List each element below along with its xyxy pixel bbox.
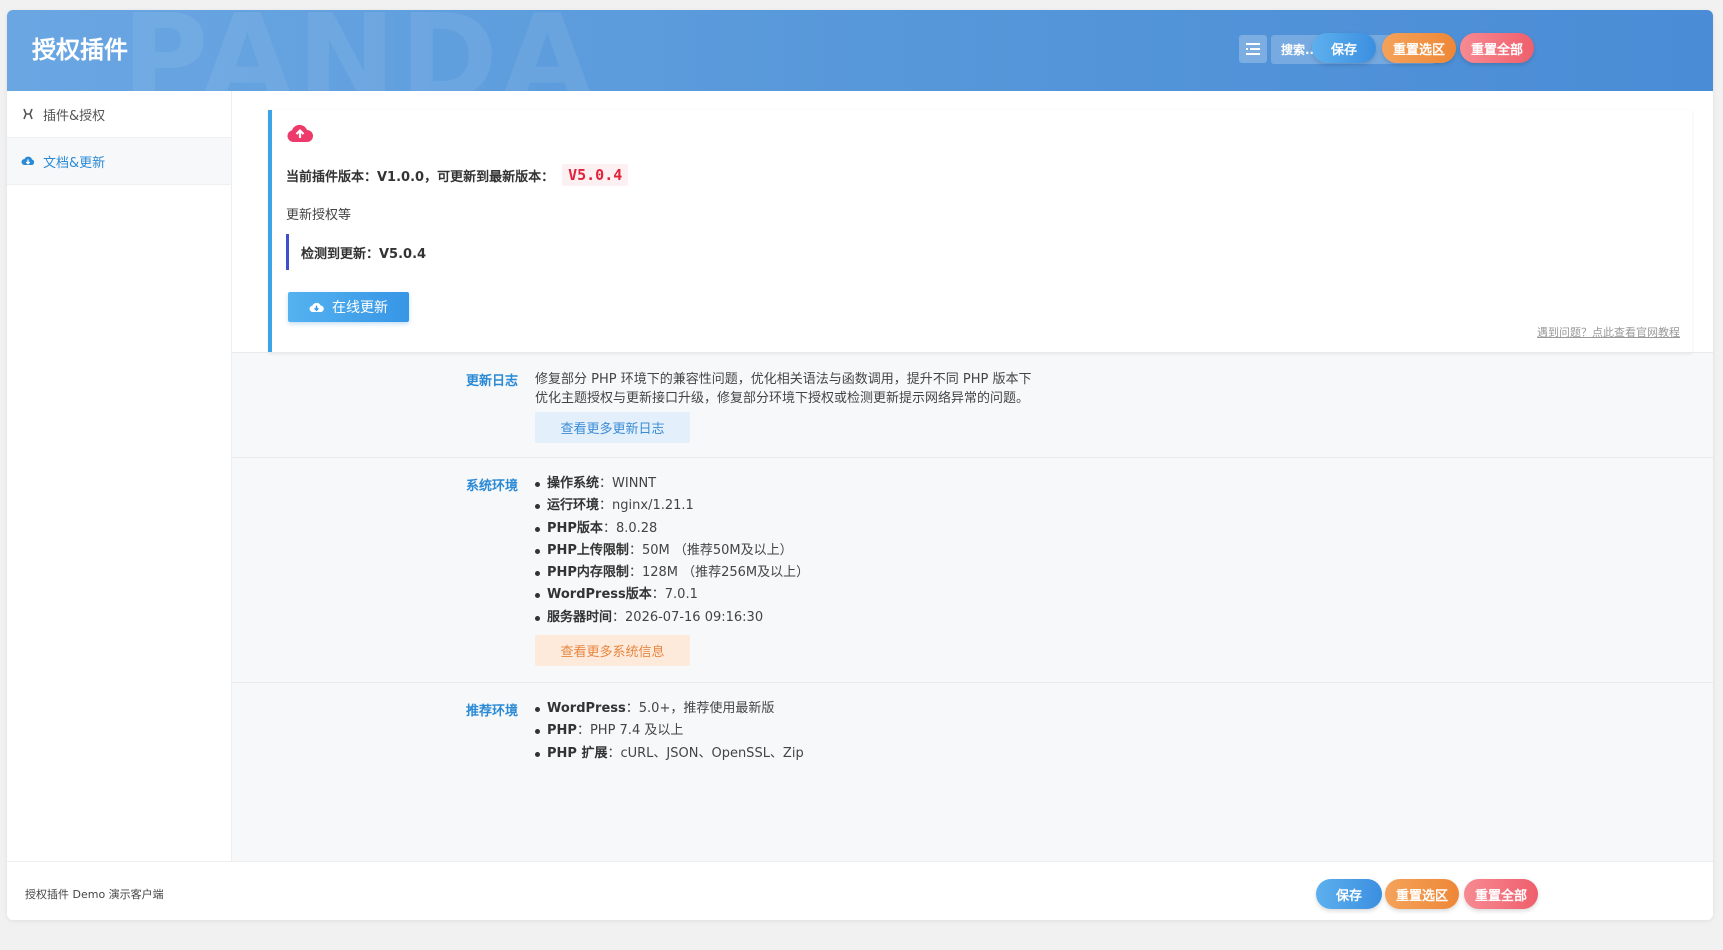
sidebar-item-label: 插件&授权 bbox=[43, 108, 106, 124]
list-item: 服务器时间：2026-07-16 09:16:30 bbox=[535, 607, 809, 629]
changelog-section: 更新日志 修复部分 PHP 环境下的兼容性问题，优化相关语法与函数调用，提升不同… bbox=[232, 352, 1713, 457]
footer-text: 授权插件 Demo 演示客户端 bbox=[25, 888, 164, 901]
system-env-list: 操作系统：WINNT 运行环境：nginx/1.21.1 PHP版本：8.0.2… bbox=[535, 473, 809, 629]
help-tutorial-link[interactable]: 遇到问题？点此查看官网教程 bbox=[1537, 324, 1680, 340]
reset-all-button[interactable]: 重置全部 bbox=[1460, 33, 1534, 63]
sidebar: 插件&授权 文档&更新 bbox=[7, 91, 232, 861]
system-env-body: 操作系统：WINNT 运行环境：nginx/1.21.1 PHP版本：8.0.2… bbox=[535, 473, 809, 667]
list-item: 运行环境：nginx/1.21.1 bbox=[535, 495, 809, 517]
system-env-section: 系统环境 操作系统：WINNT 运行环境：nginx/1.21.1 PHP版本：… bbox=[232, 457, 1713, 682]
main-content: 当前插件版本：V1.0.0，可更新到最新版本： V5.0.4 更新授权等 检测到… bbox=[232, 91, 1713, 861]
footer-reset-section-button[interactable]: 重置选区 bbox=[1385, 879, 1459, 909]
header-bar: PANDA 授权插件 保存 重置选区 重置全部 bbox=[7, 10, 1713, 91]
online-update-label: 在线更新 bbox=[332, 300, 388, 316]
list-item: PHP内存限制：128M （推荐256M及以上） bbox=[535, 562, 809, 584]
update-card: 当前插件版本：V1.0.0，可更新到最新版本： V5.0.4 更新授权等 检测到… bbox=[268, 110, 1692, 353]
online-update-button[interactable]: 在线更新 bbox=[288, 292, 409, 322]
recommended-env-body: WordPress：5.0+，推荐使用最新版 PHP：PHP 7.4 及以上 P… bbox=[535, 698, 804, 765]
page-title: 授权插件 bbox=[32, 36, 128, 64]
system-env-label: 系统环境 bbox=[465, 479, 518, 494]
sidebar-item-docs-update[interactable]: 文档&更新 bbox=[7, 138, 231, 185]
footer-reset-all-button[interactable]: 重置全部 bbox=[1464, 879, 1538, 909]
header-watermark: PANDA bbox=[122, 10, 598, 91]
list-item: WordPress：5.0+，推荐使用最新版 bbox=[535, 698, 804, 720]
changelog-label: 更新日志 bbox=[465, 374, 518, 389]
list-item: PHP版本：8.0.28 bbox=[535, 518, 809, 540]
sidebar-item-label: 文档&更新 bbox=[43, 155, 106, 171]
changelog-body: 修复部分 PHP 环境下的兼容性问题，优化相关语法与函数调用，提升不同 PHP … bbox=[535, 370, 1031, 443]
list-item: WordPress版本：7.0.1 bbox=[535, 584, 809, 606]
recommended-env-section: 推荐环境 WordPress：5.0+，推荐使用最新版 PHP：PHP 7.4 … bbox=[232, 682, 1713, 861]
version-line: 当前插件版本：V1.0.0，可更新到最新版本： V5.0.4 bbox=[286, 164, 629, 186]
footer-save-button[interactable]: 保存 bbox=[1316, 879, 1382, 909]
sidebar-item-plugin-license[interactable]: 插件&授权 bbox=[7, 91, 231, 138]
more-system-info-button[interactable]: 查看更多系统信息 bbox=[535, 635, 690, 667]
latest-version-badge: V5.0.4 bbox=[562, 164, 629, 186]
detected-update-notice: 检测到更新：V5.0.4 bbox=[286, 234, 426, 270]
toggle-menu-button[interactable] bbox=[1239, 35, 1267, 63]
list-item: PHP 扩展：cURL、JSON、OpenSSL、Zip bbox=[535, 743, 804, 765]
list-item: PHP上传限制：50M （推荐50M及以上） bbox=[535, 540, 809, 562]
changelog-line: 优化主题授权与更新接口升级，修复部分环境下授权或检测更新提示网络异常的问题。 bbox=[535, 391, 1030, 406]
changelog-line: 修复部分 PHP 环境下的兼容性问题，优化相关语法与函数调用，提升不同 PHP … bbox=[535, 372, 1032, 387]
recommended-env-label: 推荐环境 bbox=[465, 704, 518, 719]
cloud-upload-icon bbox=[286, 122, 314, 148]
plugin-icon bbox=[21, 107, 35, 121]
list-item: 操作系统：WINNT bbox=[535, 473, 809, 495]
settings-panel: PANDA 授权插件 保存 重置选区 重置全部 插件&授权 bbox=[7, 10, 1713, 920]
save-button[interactable]: 保存 bbox=[1312, 33, 1376, 63]
recommended-env-list: WordPress：5.0+，推荐使用最新版 PHP：PHP 7.4 及以上 P… bbox=[535, 698, 804, 765]
cloud-download-icon bbox=[21, 154, 35, 168]
more-changelog-button[interactable]: 查看更多更新日志 bbox=[535, 412, 690, 443]
footer-bar: 授权插件 Demo 演示客户端 保存 重置选区 重置全部 bbox=[7, 861, 1713, 920]
list-icon bbox=[1246, 43, 1260, 55]
update-description: 更新授权等 bbox=[286, 208, 352, 223]
current-version-text: 当前插件版本：V1.0.0，可更新到最新版本： bbox=[286, 169, 555, 185]
list-item: PHP：PHP 7.4 及以上 bbox=[535, 720, 804, 742]
reset-section-button[interactable]: 重置选区 bbox=[1382, 33, 1456, 63]
cloud-download-icon bbox=[309, 301, 324, 313]
